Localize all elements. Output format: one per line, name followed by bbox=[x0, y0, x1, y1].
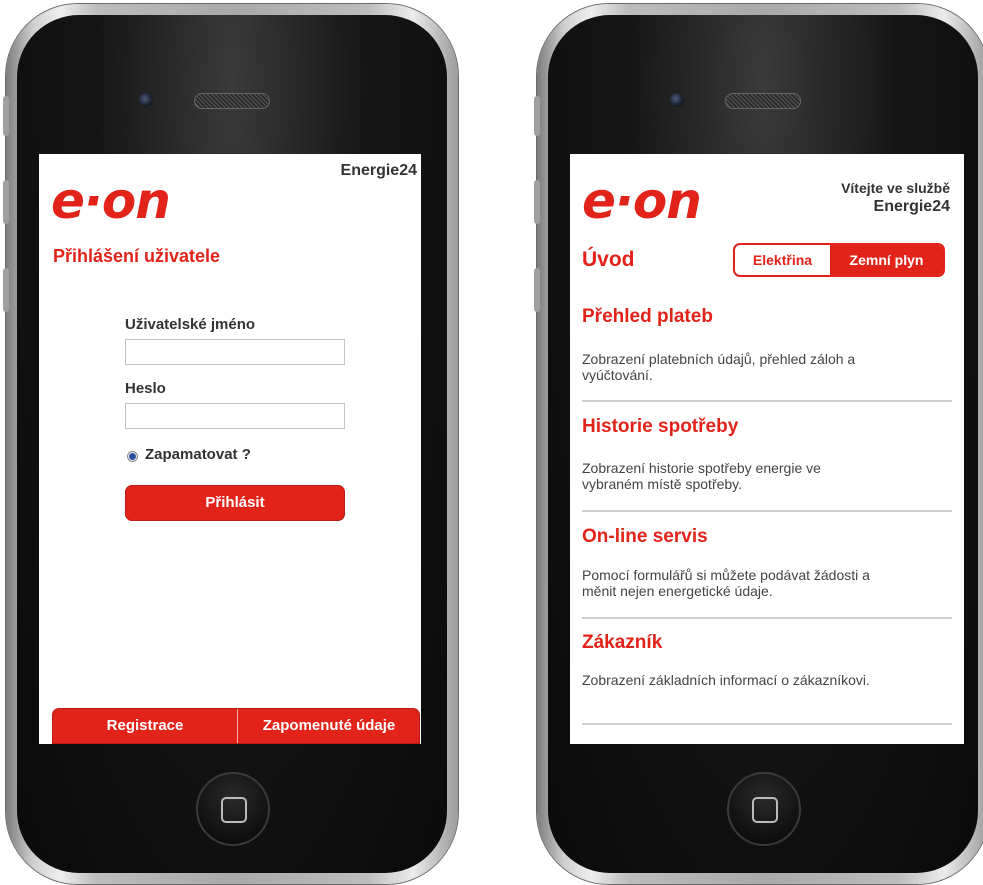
welcome-line-1: Vítejte ve službě bbox=[841, 180, 950, 196]
password-field[interactable] bbox=[125, 403, 345, 429]
volume-up-button bbox=[3, 180, 9, 224]
speaker-grille bbox=[194, 93, 270, 109]
section-description-line: Zobrazení základních informací o zákazní… bbox=[582, 672, 870, 688]
speaker-grille bbox=[725, 93, 801, 109]
bottom-button-bar: Registrace Zapomenuté údaje bbox=[52, 708, 420, 744]
front-camera-icon bbox=[139, 93, 153, 107]
page-title: Úvod bbox=[582, 248, 635, 271]
login-button[interactable]: Přihlásit bbox=[125, 485, 345, 521]
eon-logo: e·on bbox=[582, 172, 702, 230]
remember-label: Zapamatovat ? bbox=[145, 446, 251, 463]
segment-electricity[interactable]: Elektřina bbox=[735, 245, 830, 275]
mute-switch bbox=[3, 96, 9, 136]
username-label: Uživatelské jméno bbox=[125, 316, 256, 333]
phone-frame-left: e·on Energie24 Přihlášení uživatele Uživ… bbox=[3, 4, 458, 884]
section-title: On-line servis bbox=[582, 526, 708, 547]
forgot-credentials-button[interactable]: Zapomenuté údaje bbox=[238, 709, 420, 743]
section-title: Zákazník bbox=[582, 632, 663, 653]
home-screen: e·on Vítejte ve službě Energie24 Úvod El… bbox=[570, 154, 964, 744]
welcome-line-2: Energie24 bbox=[873, 198, 950, 215]
page-title: Přihlášení uživatele bbox=[53, 246, 221, 266]
section-description-line: Zobrazení platebních údajů, přehled zálo… bbox=[582, 351, 856, 367]
divider bbox=[582, 617, 952, 619]
section-description-line: vyúčtování. bbox=[582, 367, 653, 383]
divider bbox=[582, 723, 952, 725]
home-button[interactable] bbox=[196, 772, 270, 846]
home-button[interactable] bbox=[727, 772, 801, 846]
username-field[interactable] bbox=[125, 339, 345, 365]
section-description-line: Zobrazení historie spotřeby energie ve bbox=[582, 460, 821, 476]
section-customer[interactable]: Zákazník Zobrazení základních informací … bbox=[570, 622, 964, 722]
login-screen: e·on Energie24 Přihlášení uživatele Uživ… bbox=[39, 154, 421, 744]
energy-segment-control: Elektřina Zemní plyn bbox=[733, 243, 945, 277]
section-online-service[interactable]: On-line servis Pomocí formulářů si můžet… bbox=[570, 514, 964, 618]
volume-down-button bbox=[3, 268, 9, 312]
section-title: Přehled plateb bbox=[582, 306, 713, 327]
section-description-line: měnit nejen energetické údaje. bbox=[582, 583, 773, 599]
mute-switch bbox=[534, 96, 540, 136]
volume-up-button bbox=[534, 180, 540, 224]
section-description-line: vybraném místě spotřeby. bbox=[582, 476, 743, 492]
phone-frame-right: e·on Vítejte ve službě Energie24 Úvod El… bbox=[534, 4, 983, 884]
section-consumption-history[interactable]: Historie spotřeby Zobrazení historie spo… bbox=[570, 404, 964, 512]
segment-gas[interactable]: Zemní plyn bbox=[830, 245, 943, 275]
eon-logo: e·on bbox=[51, 172, 171, 230]
remember-radio[interactable] bbox=[127, 451, 138, 462]
section-payments[interactable]: Přehled plateb Zobrazení platebních údaj… bbox=[570, 294, 964, 402]
section-title: Historie spotřeby bbox=[582, 416, 739, 437]
divider bbox=[582, 510, 952, 512]
password-label: Heslo bbox=[125, 380, 166, 397]
section-description-line: Pomocí formulářů si můžete podávat žádos… bbox=[582, 567, 870, 583]
app-title: Energie24 bbox=[340, 162, 417, 179]
register-button[interactable]: Registrace bbox=[53, 709, 238, 743]
front-camera-icon bbox=[670, 93, 684, 107]
divider bbox=[582, 400, 952, 402]
volume-down-button bbox=[534, 268, 540, 312]
